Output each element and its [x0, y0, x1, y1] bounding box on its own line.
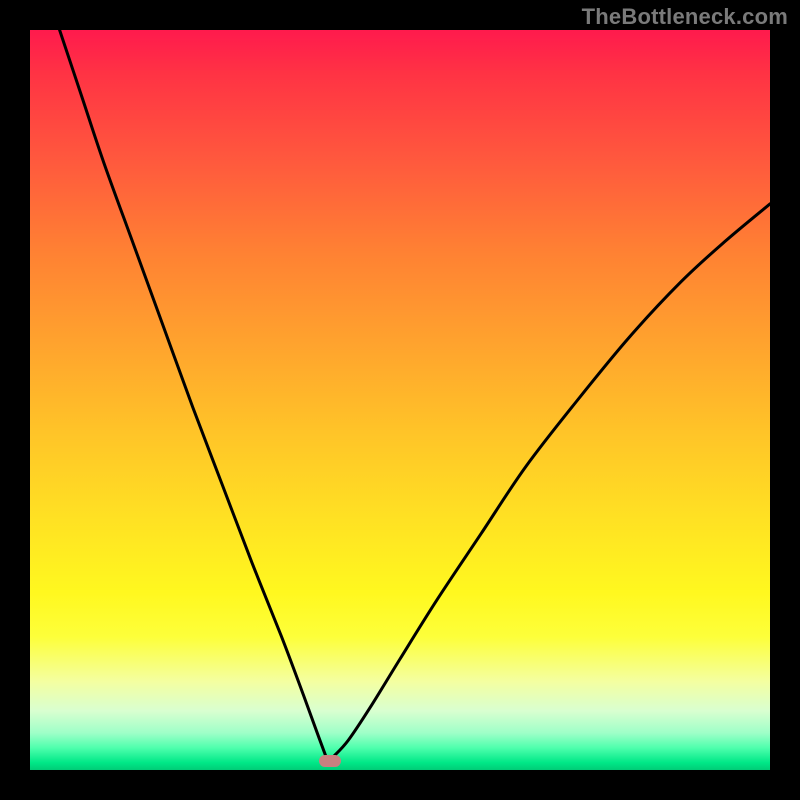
curve-left	[60, 30, 326, 757]
watermark-text: TheBottleneck.com	[582, 4, 788, 30]
plot-area	[30, 30, 770, 770]
chart-frame: TheBottleneck.com	[0, 0, 800, 800]
optimum-marker	[319, 755, 341, 767]
curve-right	[333, 204, 770, 757]
bottleneck-curve	[30, 30, 770, 770]
